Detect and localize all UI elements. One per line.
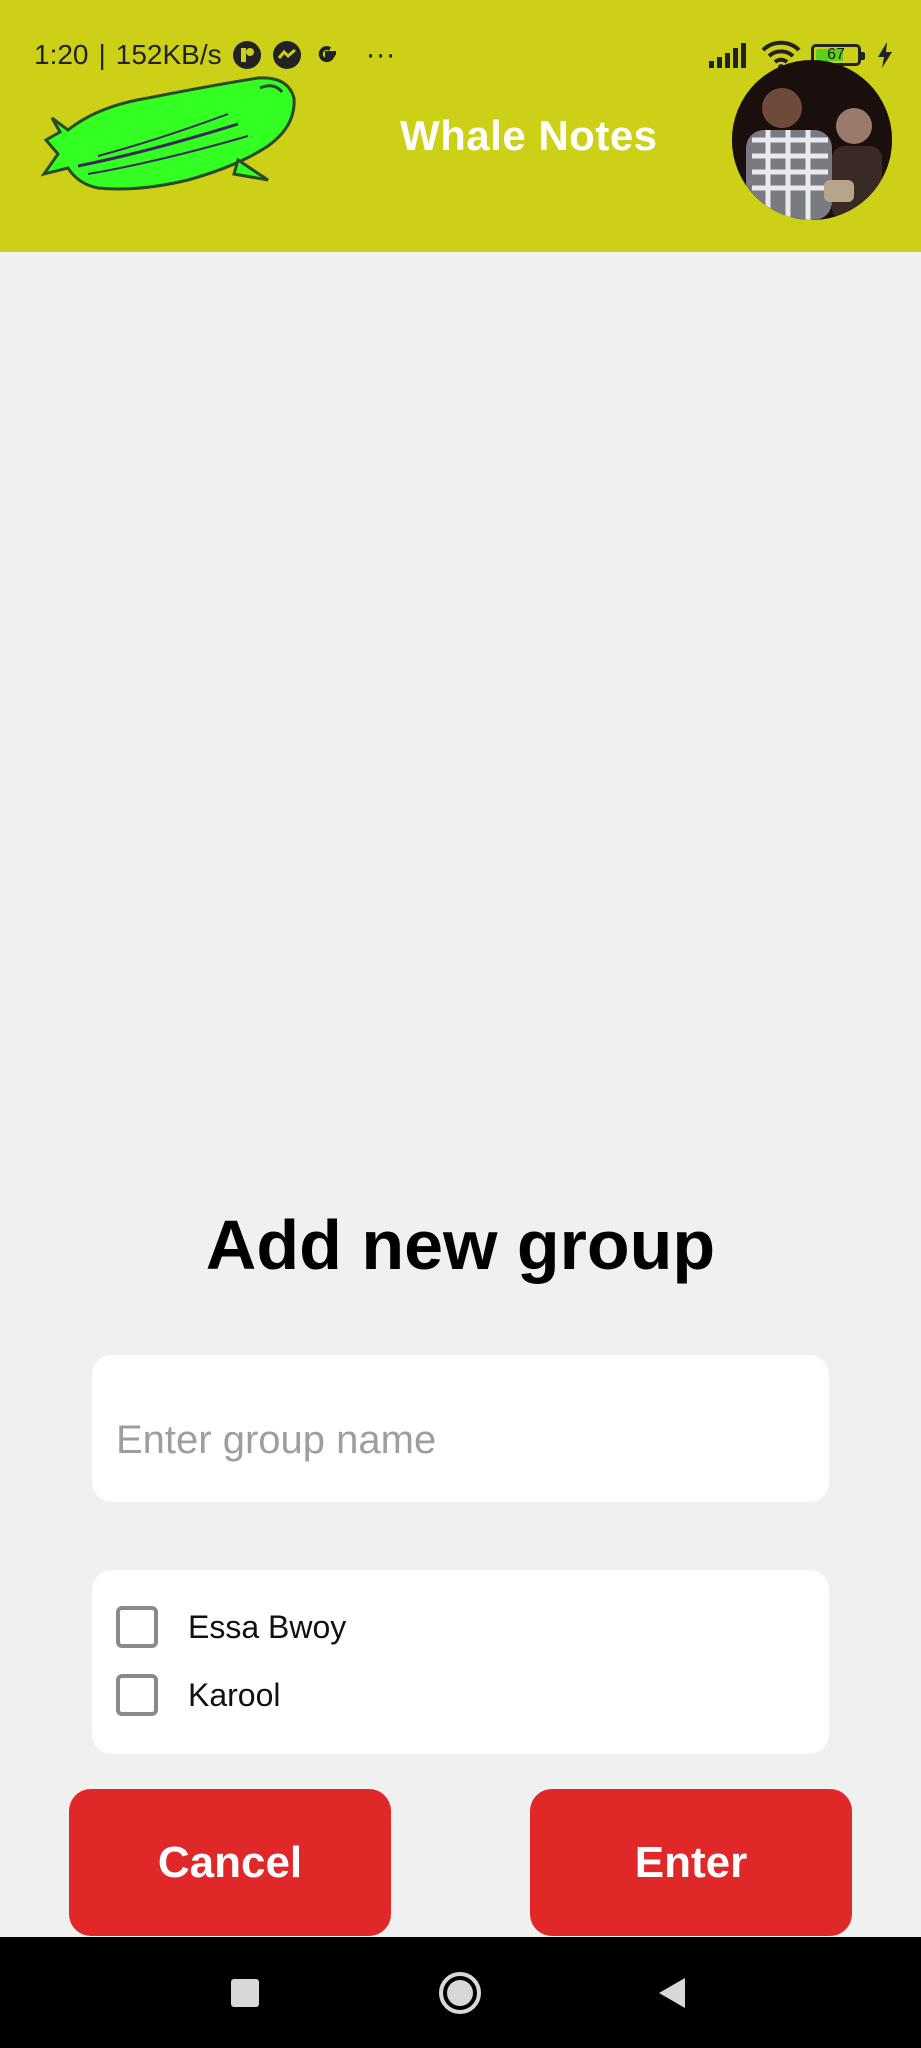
enter-button[interactable]: Enter [530, 1789, 852, 1936]
google-icon [312, 40, 342, 70]
screen: 1:20 | 152KB/s ··· 67 Whale Notes Add ne… [0, 0, 921, 2048]
signal-icon [707, 41, 751, 69]
triangle-back-icon [659, 1977, 685, 2008]
status-time: 1:20 [34, 39, 89, 70]
more-notifications-icon: ··· [365, 38, 396, 71]
whale-logo-icon [38, 70, 300, 200]
battery-level: 67 [827, 46, 845, 63]
member-checkbox[interactable] [116, 1606, 158, 1648]
app-title: Whale Notes [400, 112, 658, 159]
dialog-title: Add new group [205, 1206, 716, 1284]
members-list: Essa Bwoy Karool [92, 1570, 829, 1754]
member-label: Karool [188, 1676, 281, 1713]
member-item-essa-bwoy[interactable]: Essa Bwoy [116, 1606, 346, 1648]
app-notification-icon [232, 40, 262, 70]
user-avatar[interactable] [732, 60, 892, 220]
member-label: Essa Bwoy [188, 1608, 347, 1645]
system-nav-bar [0, 1937, 921, 2048]
back-button[interactable] [612, 1937, 732, 2048]
square-icon [231, 1978, 259, 2007]
network-speed: 152KB/s [115, 39, 222, 70]
charging-icon [877, 42, 893, 68]
home-button[interactable] [400, 1937, 520, 2048]
member-item-karool[interactable]: Karool [116, 1674, 281, 1716]
group-name-input[interactable] [92, 1355, 829, 1502]
status-left: 1:20 | 152KB/s ··· [34, 38, 396, 72]
app-header: 1:20 | 152KB/s ··· 67 Whale Notes [0, 0, 921, 252]
messenger-icon [272, 40, 302, 70]
status-separator: | [98, 39, 106, 70]
circle-icon [439, 1971, 481, 2014]
recents-button[interactable] [185, 1937, 305, 2048]
cancel-button[interactable]: Cancel [69, 1789, 391, 1936]
member-checkbox[interactable] [116, 1674, 158, 1716]
